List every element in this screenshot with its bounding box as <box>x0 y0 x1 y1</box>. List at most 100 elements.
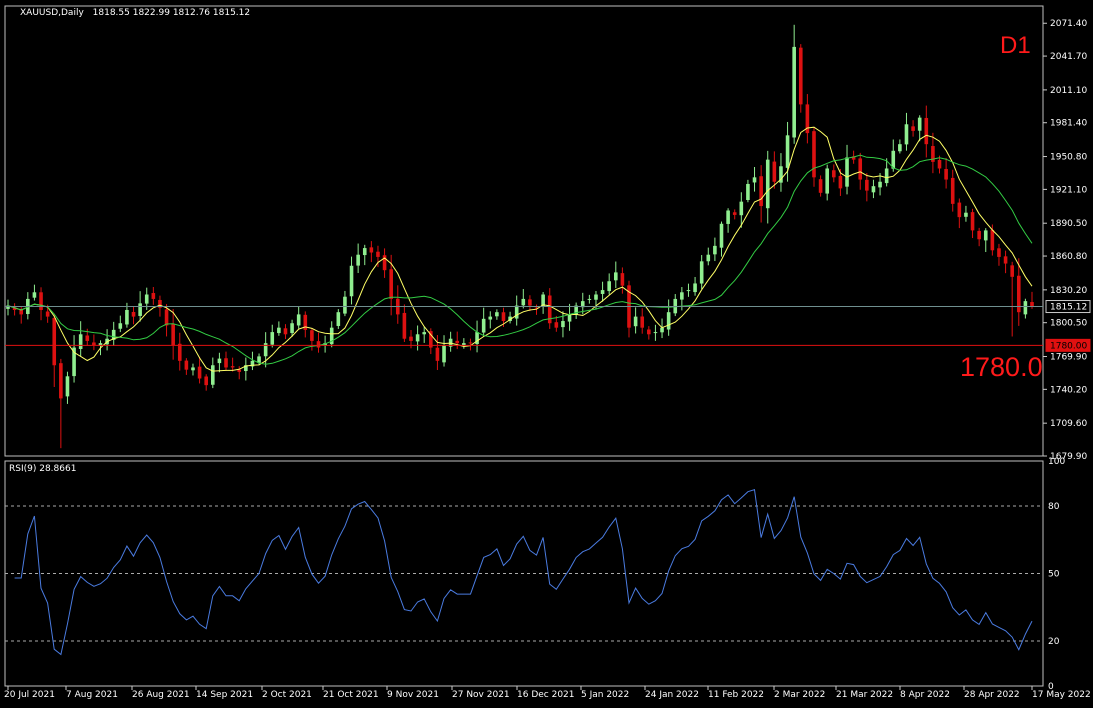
candle-body <box>944 168 948 180</box>
candle-body <box>349 265 354 297</box>
x-tick-label: 9 Nov 2021 <box>387 690 439 700</box>
candle-body <box>818 179 823 193</box>
x-tick-label: 2 Oct 2021 <box>262 690 312 700</box>
candle-body <box>1023 301 1028 315</box>
current-price-label: 1815.12 <box>1050 303 1087 313</box>
candle-body <box>277 327 281 334</box>
x-tick-label: 26 Aug 2021 <box>132 690 190 700</box>
candle-body <box>184 360 189 370</box>
candle-body <box>151 293 156 299</box>
candle-body <box>495 312 499 317</box>
candle-body <box>409 336 413 341</box>
candle-body <box>950 177 955 204</box>
candle-body <box>732 212 737 215</box>
candle-body <box>904 124 909 145</box>
candle-body <box>845 157 849 187</box>
candle-body <box>356 254 360 266</box>
price-tick-label: 2071.40 <box>1050 19 1087 29</box>
candle-body <box>838 175 843 189</box>
candle-body <box>521 298 526 306</box>
candle-body <box>283 328 288 335</box>
candle-body <box>336 312 341 326</box>
candle-body <box>362 248 367 256</box>
candle-body <box>164 309 169 326</box>
candle-body <box>759 176 763 207</box>
candle-body <box>746 183 750 200</box>
candle-body <box>884 168 889 184</box>
candle-body <box>369 247 374 253</box>
candle-body <box>561 321 565 328</box>
candle-body <box>765 159 770 209</box>
candle-body <box>204 376 208 386</box>
x-tick-label: 5 Jan 2022 <box>581 690 629 700</box>
candle-body <box>752 177 757 183</box>
candle-body <box>600 290 605 294</box>
price-pane: 2071.40 2041.70 2011.10 1981.40 1950.80 1921.… <box>4 5 1091 462</box>
x-tick-label: 20 Jul 2021 <box>4 690 55 700</box>
candle-body <box>567 314 572 322</box>
candle-body <box>706 254 711 262</box>
x-tick-label: 21 Oct 2021 <box>323 690 379 700</box>
candle-body <box>964 212 968 217</box>
candle-body <box>389 269 393 299</box>
ohlc-readout: 1818.55 1822.99 1812.76 1815.12 <box>93 8 250 18</box>
x-tick-label: 17 May 2022 <box>1032 690 1091 700</box>
candle-body <box>713 245 717 255</box>
candle-body <box>990 229 995 251</box>
candle-body <box>699 261 704 284</box>
candle-body <box>197 366 202 379</box>
candle-body <box>812 131 816 178</box>
candle-body <box>435 347 440 361</box>
price-tick-label: 2041.70 <box>1050 52 1087 62</box>
rsi-tick-label: 50 <box>1048 570 1060 580</box>
candle-body <box>832 170 836 178</box>
x-tick-label: 8 Apr 2022 <box>900 690 950 700</box>
candle-body <box>488 316 493 320</box>
candle-body <box>858 158 863 180</box>
candle-body <box>1010 265 1014 277</box>
candle-body <box>1030 302 1034 307</box>
candle-body <box>224 358 228 368</box>
support-level-label: 1780.00 <box>1050 341 1087 351</box>
candle-body <box>19 309 24 315</box>
candle-body <box>468 342 473 344</box>
price-tick-label: 2011.10 <box>1050 86 1087 96</box>
candle-body <box>230 366 235 368</box>
price-tick-label: 1740.20 <box>1050 385 1087 395</box>
candle-body <box>719 223 724 248</box>
candle-body <box>211 365 215 385</box>
candle-body <box>125 309 129 325</box>
candle-body <box>59 363 63 399</box>
candle-body <box>693 283 697 293</box>
candle-body <box>1003 256 1008 264</box>
candle-body <box>144 294 149 304</box>
candle-body <box>376 251 380 257</box>
x-tick-label: 2 Mar 2022 <box>774 690 825 700</box>
moving-average-line <box>7 126 1033 372</box>
candle-body <box>528 299 532 306</box>
candle-body <box>290 323 294 334</box>
candle-body <box>660 327 664 333</box>
candle-body <box>442 345 446 363</box>
rsi-tick-label: 100 <box>1048 457 1065 467</box>
candle-body <box>647 329 651 335</box>
candle-body <box>997 248 1001 257</box>
candle-body <box>131 311 136 317</box>
candle-body <box>633 316 638 327</box>
x-tick-label: 11 Feb 2022 <box>708 690 764 700</box>
candle-body <box>316 341 321 348</box>
candle-body <box>45 311 50 317</box>
price-tick-label: 1709.60 <box>1050 419 1087 429</box>
candle-body <box>739 201 744 216</box>
candle-body <box>613 272 618 281</box>
candle-body <box>825 168 829 194</box>
price-tick-label: 1769.90 <box>1050 353 1087 363</box>
price-tick-label: 1800.50 <box>1050 319 1087 329</box>
rsi-pane: 1008050200 <box>4 457 1065 692</box>
candle-body <box>620 273 625 286</box>
rsi-title: RSI(9) 28.8661 <box>9 464 76 474</box>
candle-body <box>871 186 876 193</box>
x-tick-label: 16 Dec 2021 <box>517 690 575 700</box>
candle-body <box>587 298 592 300</box>
candle-body <box>415 334 420 342</box>
